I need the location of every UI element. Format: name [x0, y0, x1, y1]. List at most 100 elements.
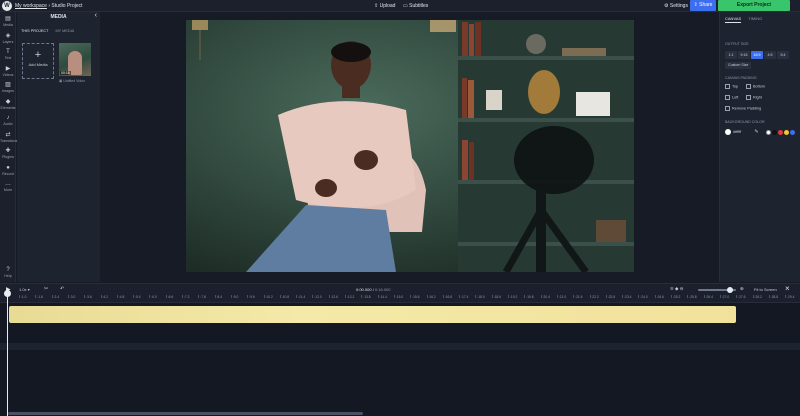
subtitles-icon: ▭: [403, 3, 408, 9]
padding-bottom-icon: [746, 84, 751, 89]
background-color-row: #ffffff ✎: [725, 129, 796, 135]
playback-speed-select[interactable]: 1.0x ▾: [19, 287, 30, 292]
ruler-tick: :26.4: [703, 295, 713, 299]
ruler-tick: :21.0: [556, 295, 567, 299]
transport-bar: ▶ 1.0x ▾ ✂ ↶ 0:00.000 / 0:16.000 ≋ ◆ ⊖ ⊕…: [0, 283, 800, 295]
rail-item-plugins[interactable]: ✚ Plugins: [0, 148, 16, 159]
rail-item-media[interactable]: ▤ Media: [0, 16, 16, 27]
ruler-tick: :11.4: [296, 295, 306, 299]
padding-left-option[interactable]: Left: [725, 95, 738, 100]
ruler-tick: :23.4: [621, 295, 632, 299]
ratio-option[interactable]: 5:4: [777, 51, 789, 59]
media-tabs: THIS PROJECT MY MEDIA: [21, 29, 80, 33]
ruler-tick: :24.6: [654, 295, 665, 299]
images-icon: ▨: [5, 82, 11, 88]
padding-top-option[interactable]: Top: [725, 84, 738, 89]
tab-this-project[interactable]: THIS PROJECT: [21, 29, 48, 33]
padding-bottom-option[interactable]: Bottom: [746, 84, 765, 89]
close-timeline-icon[interactable]: ×: [785, 284, 790, 293]
ruler-tick: :3.0: [68, 295, 76, 299]
zoom-slider-knob[interactable]: [727, 287, 734, 293]
ruler-tick: :13.8: [361, 295, 371, 299]
custom-size-button[interactable]: Custom Size: [725, 62, 752, 69]
timeline-scrollbar[interactable]: [8, 412, 363, 415]
settings-button[interactable]: ⚙ Settings: [664, 3, 688, 9]
fit-to-screen-button[interactable]: Fit to Screen: [754, 287, 777, 292]
add-media-button[interactable]: + Add Media: [22, 43, 54, 79]
total-time: 0:16.000: [374, 287, 391, 292]
rail-item-help[interactable]: ? Help: [0, 267, 16, 278]
breadcrumb: My workspace › Studio Project: [15, 3, 83, 9]
ratio-option[interactable]: 4:5: [764, 51, 776, 59]
rail-item-more[interactable]: … More: [0, 181, 16, 192]
ruler-tick: :1.6: [35, 295, 43, 299]
add-media-label: Add Media: [28, 62, 48, 67]
color-swatch[interactable]: [783, 129, 789, 135]
tab-timing[interactable]: TIMING: [748, 16, 762, 21]
rail-item-images[interactable]: ▨ Images: [0, 82, 16, 93]
ruler-tick: :18.6: [491, 295, 502, 299]
rail-item-record[interactable]: ● Record: [0, 165, 16, 176]
video-clip-track[interactable]: [9, 306, 736, 323]
remove-padding-option[interactable]: Remove Padding: [725, 106, 761, 111]
ruler-tick: :4.8: [116, 295, 125, 299]
rail-item-text[interactable]: T Text: [0, 49, 16, 60]
record-icon: ●: [6, 164, 10, 171]
background-hex-input[interactable]: #ffffff: [733, 130, 741, 134]
tab-canvas[interactable]: CANVAS: [725, 16, 742, 23]
upload-button[interactable]: ⇪ Upload: [374, 3, 395, 9]
tab-my-media[interactable]: MY MEDIA: [56, 29, 75, 33]
timeline: [0, 303, 800, 416]
chevron-down-icon: ▾: [27, 287, 30, 292]
ruler-tick: :1.0: [19, 295, 27, 299]
color-swatch[interactable]: [765, 129, 771, 135]
subtitles-button[interactable]: ▭ Subtitles: [403, 3, 428, 9]
eyedropper-icon[interactable]: ✎: [754, 129, 758, 135]
ruler-tick: :18.0: [475, 295, 485, 299]
share-button[interactable]: ⇧ Share: [690, 0, 716, 11]
project-title[interactable]: Studio Project: [51, 3, 82, 9]
ruler-tick: :3.6: [84, 295, 92, 299]
rail-item-elements[interactable]: ◆ Elements: [0, 99, 16, 110]
ratio-option[interactable]: 9:16: [738, 51, 750, 59]
zoom-slider[interactable]: [698, 287, 736, 293]
zoom-out-icon[interactable]: ⊖: [680, 286, 684, 291]
rail-item-transitions[interactable]: ⇄ Transitions: [0, 132, 17, 143]
ratio-options: 1:1 9:16 16:9 4:5 5:4: [725, 51, 790, 59]
export-project-button[interactable]: Export Project: [718, 0, 790, 11]
videos-icon: ▶: [5, 65, 11, 72]
playhead[interactable]: [7, 291, 8, 416]
workspace-link[interactable]: My workspace: [15, 3, 47, 9]
zoom-in-icon[interactable]: ⊕: [740, 286, 744, 292]
ratio-option[interactable]: 1:1: [725, 51, 737, 59]
rail-item-label: Record: [2, 171, 14, 176]
ruler-tick: :10.8: [279, 295, 290, 299]
media-thumbnail[interactable]: 00:16: [59, 43, 91, 76]
waveform-icon[interactable]: ≋: [670, 286, 674, 291]
share-label: Share: [699, 2, 713, 8]
padding-right-option[interactable]: Right: [746, 95, 762, 100]
color-swatch[interactable]: [789, 129, 795, 135]
rail-item-layers[interactable]: ◈ Layers: [0, 33, 16, 44]
playhead-handle[interactable]: [4, 290, 11, 297]
timeline-ruler[interactable]: :1.0:1.6:2.4:3.0:3.6:4.2:4.8:5.4:6.0:6.6…: [0, 295, 800, 303]
ratio-option[interactable]: 16:9: [751, 51, 763, 59]
video-preview[interactable]: [186, 20, 634, 272]
rail-item-audio[interactable]: ♪ Audio: [0, 115, 16, 126]
clip-label: ▣ Untitled Video: [59, 79, 86, 83]
workspace-avatar[interactable]: W: [2, 1, 12, 11]
ruler-tick: :12.0: [312, 295, 322, 299]
current-time: 0:00.000: [356, 287, 372, 292]
collapse-panel-icon[interactable]: ‹: [95, 12, 97, 19]
ruler-tick: :21.6: [573, 295, 583, 299]
color-swatch[interactable]: [777, 129, 783, 135]
split-icon[interactable]: ✂: [44, 286, 48, 292]
undo-icon[interactable]: ↶: [60, 286, 64, 292]
padding-top-icon: [725, 84, 730, 89]
color-swatch[interactable]: [771, 129, 777, 135]
rail-item-videos[interactable]: ▶ Videos: [0, 66, 16, 77]
current-color-swatch[interactable]: [725, 129, 731, 135]
fit-marker-icon[interactable]: ◆: [675, 286, 678, 291]
ruler-tick: :12.6: [328, 295, 339, 299]
settings-label: Settings: [669, 3, 688, 9]
